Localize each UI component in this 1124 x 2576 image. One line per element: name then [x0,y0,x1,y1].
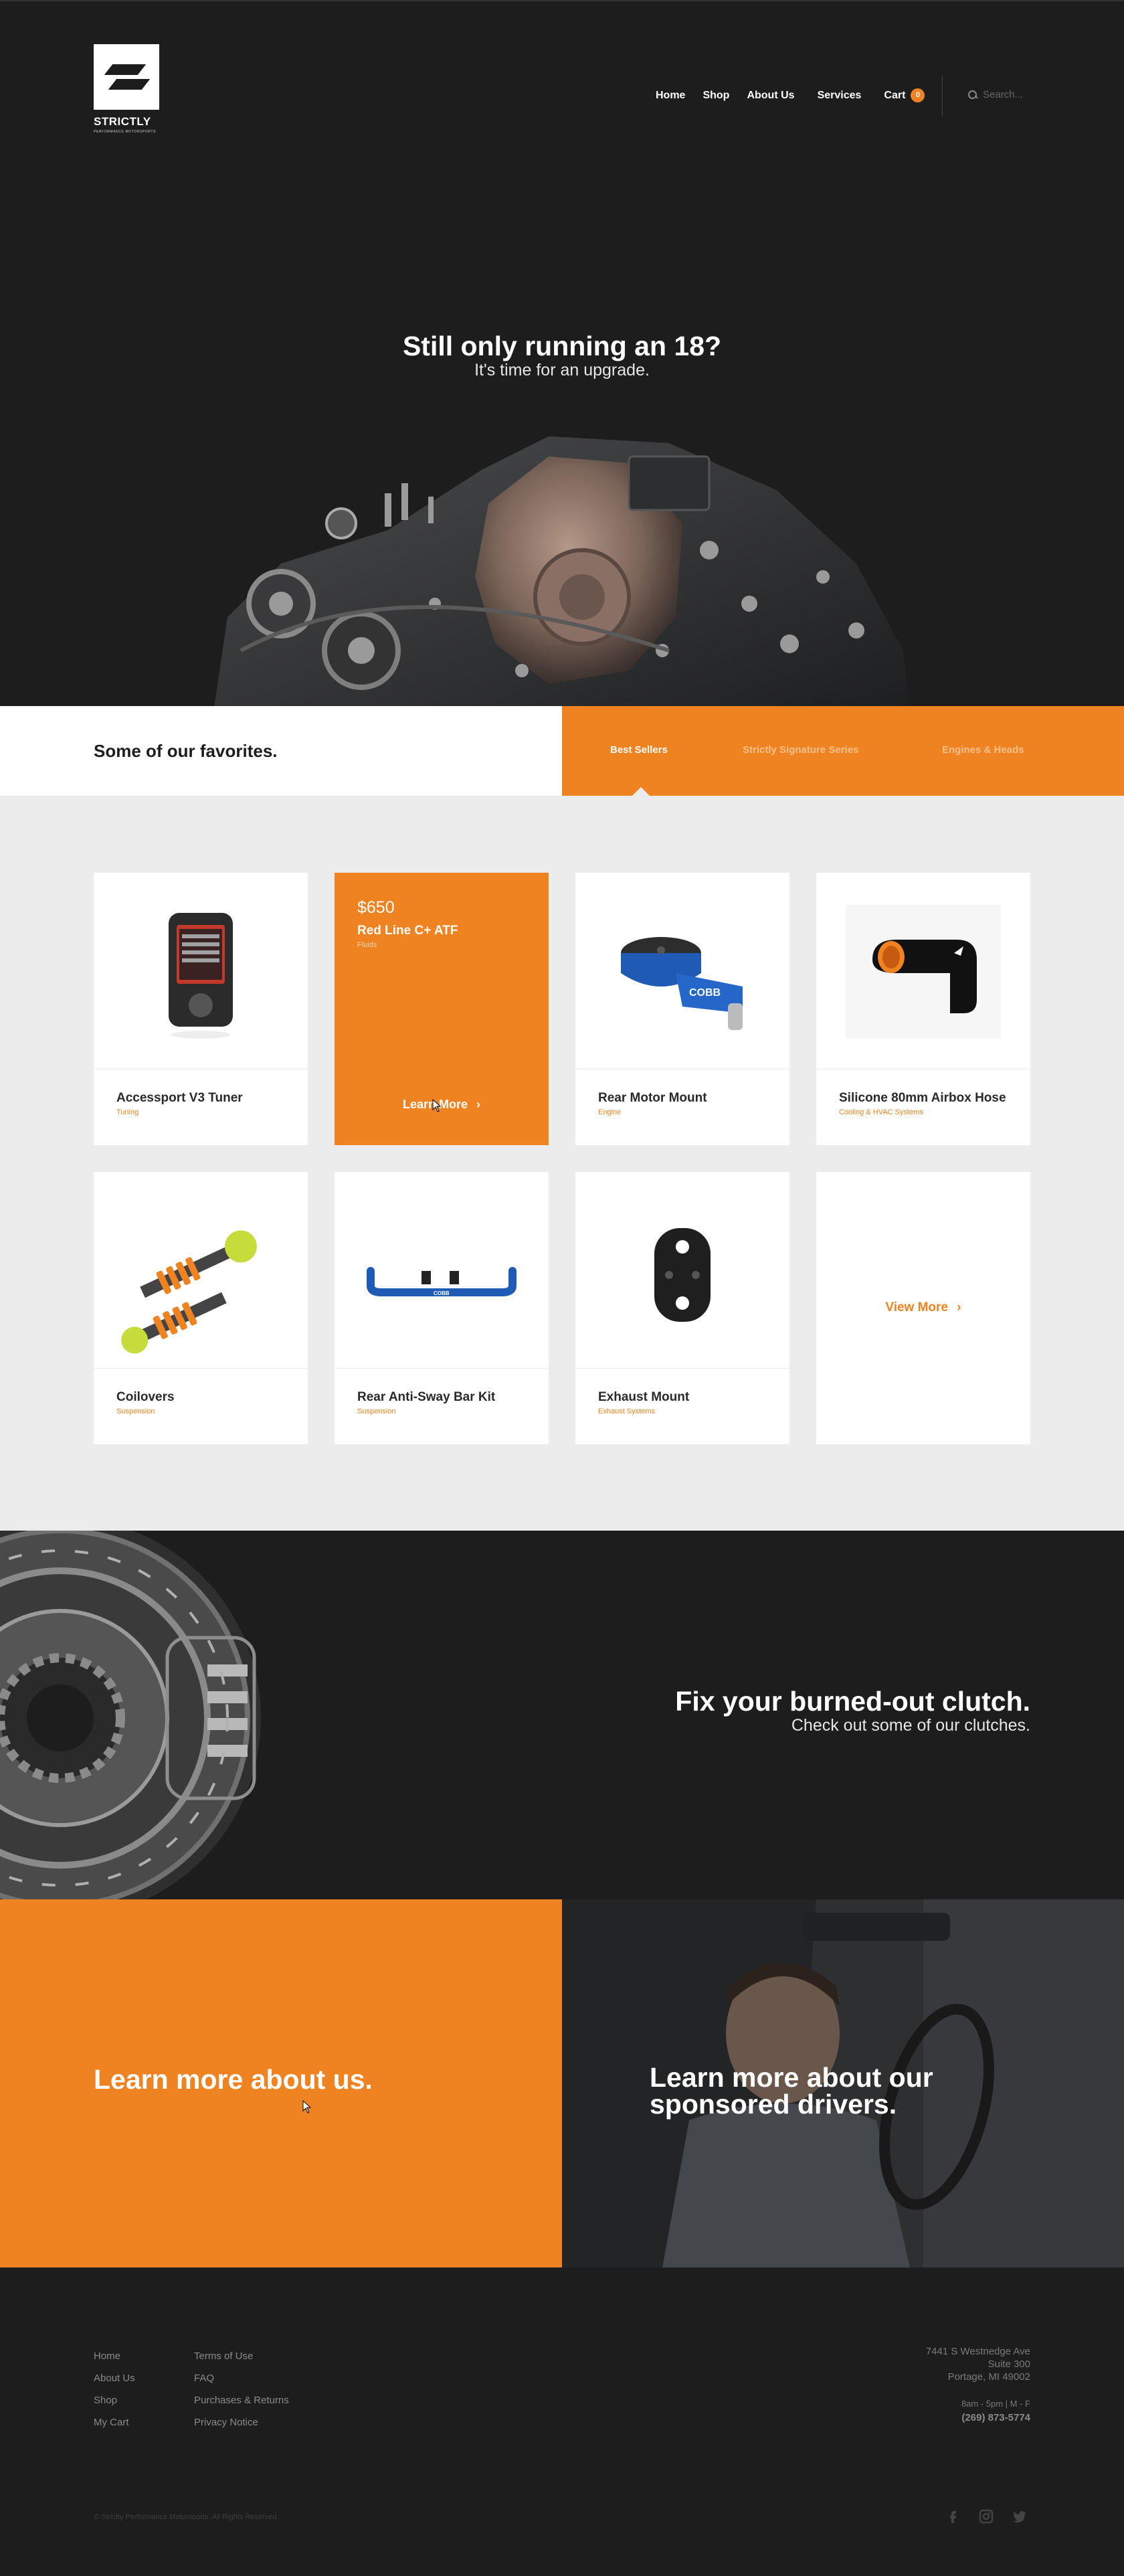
svg-text:COBB: COBB [689,987,721,999]
favorites-tabs: Best Sellers Strictly Signature Series E… [562,706,1124,796]
product-card[interactable]: Exhaust Mount Exhaust Systems [575,1172,789,1444]
svg-text:COBB: COBB [434,1290,450,1296]
footer-nav-primary: Home About Us Shop My Cart [94,2345,135,2433]
tab-best-sellers[interactable]: Best Sellers [610,744,668,756]
business-hours: 8am - 5pm | M - F [961,2399,1030,2409]
twitter-icon[interactable] [1012,2508,1028,2524]
nav-services[interactable]: Services [818,90,862,102]
tab-engines-heads[interactable]: Engines & Heads [942,744,1024,756]
nav-cart[interactable]: Cart 0 [884,88,925,102]
product-category: Fluids [357,941,377,949]
nav-divider [942,76,943,116]
mouse-cursor-icon [302,2100,312,2114]
search-box[interactable] [967,89,1050,100]
active-tab-caret [632,787,650,796]
featured-product-card[interactable]: $650 Red Line C+ ATF Fluids Learn More › [335,873,549,1145]
product-category: Cooling & HVAC Systems [839,1108,923,1116]
product-name: Silicone 80mm Airbox Hose [839,1091,1006,1105]
product-card[interactable]: Silicone 80mm Airbox Hose Cooling & HVAC… [816,873,1030,1145]
nav-home[interactable]: Home [656,90,685,102]
product-name: Accessport V3 Tuner [116,1091,243,1105]
hero-subtitle: It's time for an upgrade. [474,361,650,379]
nav-shop[interactable]: Shop [702,90,729,102]
address-line: 7441 S Westnedge Ave [925,2346,1030,2357]
phone-number[interactable]: (269) 873-5774 [961,2412,1030,2423]
product-price: $650 [357,898,395,917]
product-category: Exhaust Systems [598,1407,655,1415]
instagram-icon[interactable] [978,2508,994,2524]
footer-nav-secondary: Terms of Use FAQ Purchases & Returns Pri… [194,2345,289,2433]
product-category: Suspension [116,1407,155,1415]
search-input[interactable] [983,89,1050,100]
product-name: Rear Anti-Sway Bar Kit [357,1390,496,1404]
footer-link-terms[interactable]: Terms of Use [194,2345,289,2367]
tab-strictly-signature-series[interactable]: Strictly Signature Series [743,744,858,756]
brand-name: STRICTLY [94,115,151,128]
product-name: Coilovers [116,1390,175,1404]
address-line: Portage, MI 49002 [947,2371,1030,2383]
chevron-right-icon: › [476,1098,481,1111]
product-image [94,1172,308,1369]
address-line: Suite 300 [988,2358,1030,2370]
product-name: Exhaust Mount [598,1390,690,1404]
brand-logo[interactable]: STRICTLY PERFORMANCE MOTORSPORTS [94,44,159,134]
facebook-icon[interactable] [945,2508,961,2524]
favorites-bar: Some of our favorites. Best Sellers Stri… [0,706,1124,796]
product-image [94,873,308,1069]
footer-link-home[interactable]: Home [94,2345,135,2367]
product-name: Rear Motor Mount [598,1091,707,1105]
cart-label: Cart [884,89,906,101]
footer-link-privacy[interactable]: Privacy Notice [194,2411,289,2433]
hero-title: Still only running an 18? [402,331,722,361]
footer-link-purchases-returns[interactable]: Purchases & Returns [194,2389,289,2411]
footer-address: 7441 S Westnedge Ave Suite 300 Portage, … [926,2345,1030,2383]
favorites-heading-panel: Some of our favorites. [0,706,562,796]
product-card[interactable]: COBB Rear Motor Mount Engine [575,873,789,1145]
view-more-label: View More [885,1300,949,1314]
clutch-promo[interactable]: Fix your burned-out clutch. Check out so… [0,1531,1124,1899]
product-category: Suspension [357,1407,396,1415]
favorites-title: Some of our favorites. [94,741,278,761]
clutch-image [0,1531,261,1899]
product-card[interactable]: Coilovers Suspension [94,1172,308,1444]
view-more-link[interactable]: View More › [816,1300,1030,1315]
product-card[interactable]: COBB Rear Anti-Sway Bar Kit Suspension [335,1172,549,1444]
brand-tagline: PERFORMANCE MOTORSPORTS [94,130,157,134]
nav-about-us[interactable]: About Us [747,90,794,102]
footer-link-shop[interactable]: Shop [94,2389,135,2411]
footer-link-faq[interactable]: FAQ [194,2367,289,2389]
clutch-title: Fix your burned-out clutch. [675,1686,1030,1717]
product-category: Tuning [116,1108,139,1116]
chevron-right-icon: › [957,1300,961,1314]
engine-image [214,436,910,706]
product-image [575,1172,789,1369]
products-grid: Accessport V3 Tuner Tuning $650 Red Line… [0,796,1124,1531]
main-nav: Home Shop About Us Services Cart 0 [656,88,942,102]
view-more-card[interactable]: View More › [816,1172,1030,1444]
product-category: Engine [598,1108,622,1116]
mouse-cursor-icon [432,1099,442,1112]
logo-mark-icon [94,44,159,110]
footer: Home About Us Shop My Cart Terms of Use … [0,2267,1124,2576]
footer-link-about-us[interactable]: About Us [94,2367,135,2389]
search-icon [967,90,977,100]
about-us-cta[interactable]: Learn more about us. [0,1899,562,2267]
product-card[interactable]: Accessport V3 Tuner Tuning [94,873,308,1145]
learn-more-link[interactable]: Learn More › [335,1098,549,1112]
clutch-subtitle: Check out some of our clutches. [791,1716,1030,1735]
sponsored-drivers-heading: Learn more about our sponsored drivers. [650,2062,933,2120]
sponsored-drivers-cta[interactable]: Learn more about our sponsored drivers. [562,1899,1124,2267]
product-name: Red Line C+ ATF [357,924,458,938]
product-image [816,873,1030,1069]
product-image: COBB [575,873,789,1069]
page: STRICTLY PERFORMANCE MOTORSPORTS Home Sh… [0,0,1124,2576]
product-image: COBB [335,1172,549,1369]
cart-count-badge: 0 [911,88,925,102]
hero-section: STRICTLY PERFORMANCE MOTORSPORTS Home Sh… [0,0,1124,706]
copyright: © Strictly Performance Motorsports. All … [94,2513,279,2521]
about-us-heading: Learn more about us. [94,2064,373,2095]
footer-link-my-cart[interactable]: My Cart [94,2411,135,2433]
